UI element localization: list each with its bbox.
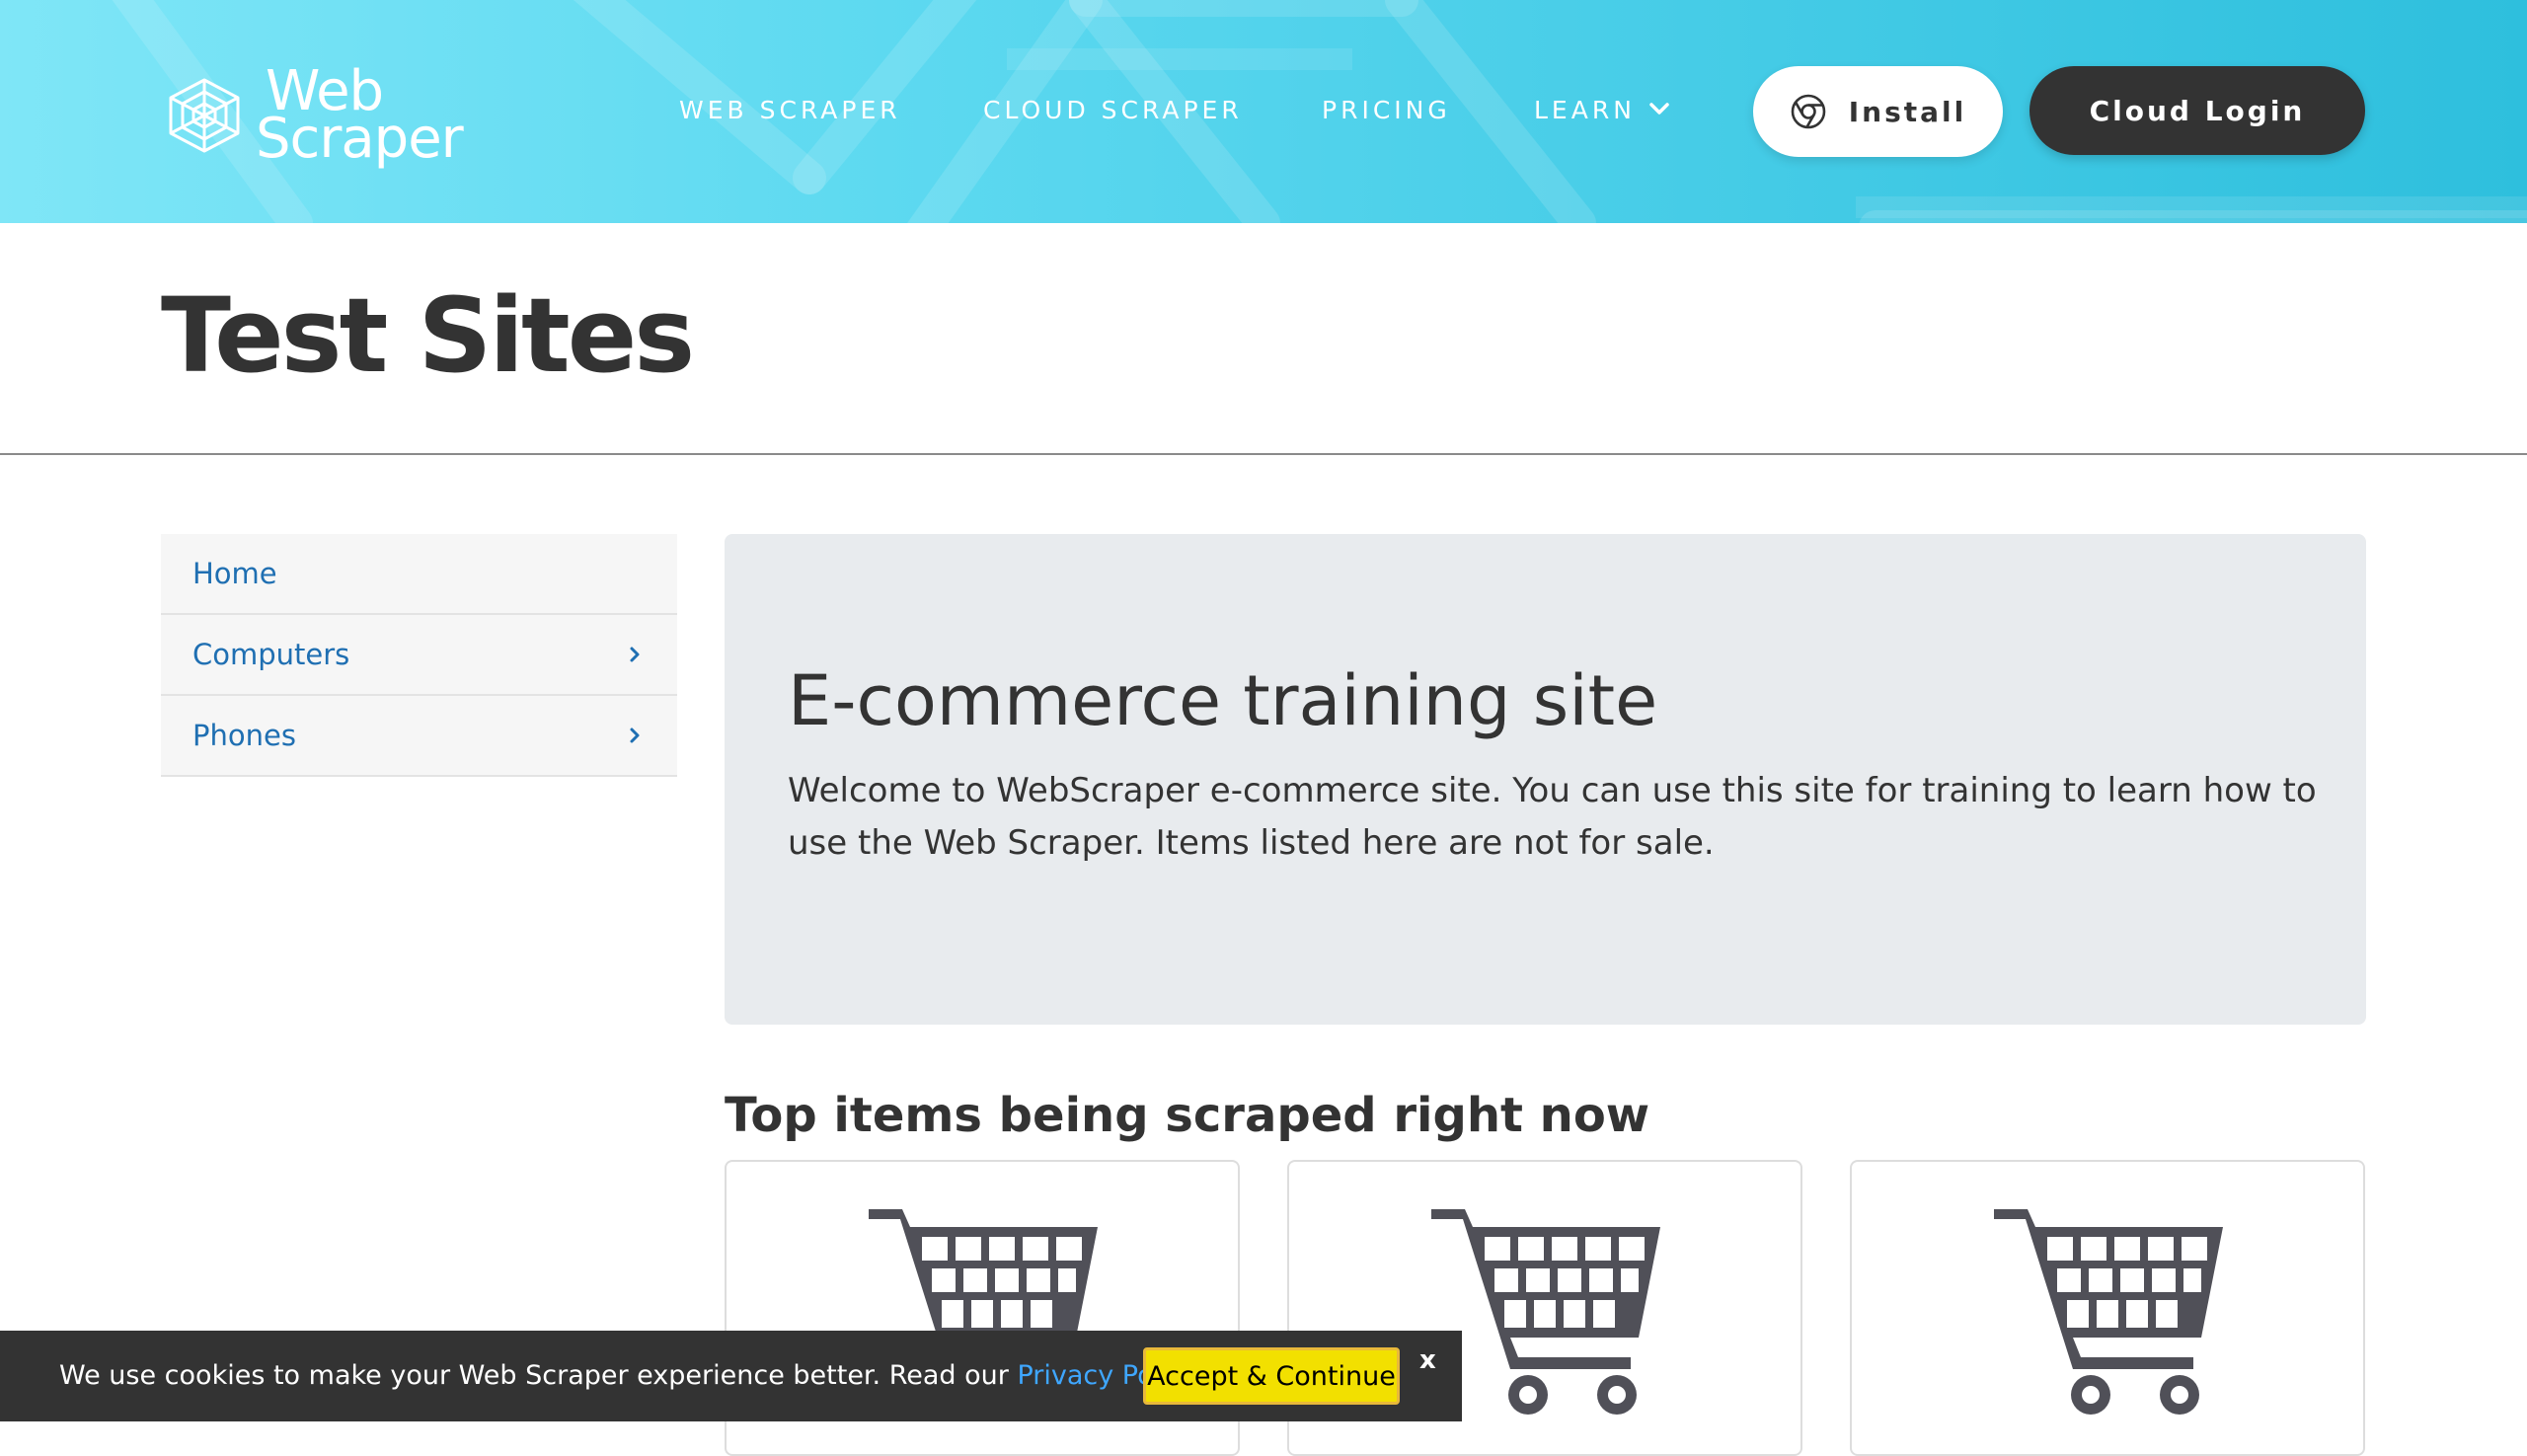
shopping-cart-icon: [1431, 1209, 1660, 1415]
product-card[interactable]: [1850, 1160, 2365, 1456]
cookie-message-text: We use cookies to make your Web Scraper …: [59, 1360, 1018, 1391]
page-title: Test Sites: [161, 275, 695, 396]
chevron-right-icon: [630, 647, 640, 662]
web-scraper-logo[interactable]: Web Scraper: [161, 61, 477, 170]
nav-pricing[interactable]: PRICING: [1322, 91, 1451, 130]
cloud-login-button[interactable]: Cloud Login: [2029, 66, 2365, 155]
sidebar-item-label: Computers: [192, 638, 350, 671]
install-button[interactable]: Install: [1753, 66, 2003, 157]
jumbotron-text: Welcome to WebScraper e-commerce site. Y…: [788, 771, 2317, 863]
logo-wordmark: Web Scraper: [256, 64, 464, 171]
cloud-login-label: Cloud Login: [2089, 94, 2306, 127]
chevron-down-icon: [1649, 103, 1669, 115]
nav-cloud-scraper[interactable]: CLOUD SCRAPER: [983, 91, 1243, 130]
top-items-heading: Top items being scraped right now: [725, 1088, 1650, 1143]
title-divider: [0, 453, 2527, 455]
chrome-icon: [1791, 94, 1826, 129]
logo-word-scraper: Scraper: [256, 107, 464, 171]
sidebar-item-label: Home: [192, 557, 277, 590]
sidebar-item-home[interactable]: Home: [161, 534, 677, 615]
nav-learn[interactable]: LEARN: [1534, 91, 1669, 130]
sidebar-item-label: Phones: [192, 719, 296, 752]
sidebar-item-phones[interactable]: Phones: [161, 696, 677, 777]
install-label: Install: [1848, 95, 1967, 128]
chevron-right-icon: [630, 728, 640, 743]
intro-jumbotron: E-commerce training site Welcome to WebS…: [725, 534, 2366, 1025]
cookie-close-button[interactable]: x: [1419, 1341, 1436, 1380]
jumbotron-heading: E-commerce training site: [788, 660, 1658, 741]
cookie-consent-bar: We use cookies to make your Web Scraper …: [0, 1331, 1462, 1421]
category-sidebar: Home Computers Phones: [161, 534, 677, 777]
shopping-cart-icon: [1994, 1209, 2223, 1415]
sidebar-item-computers[interactable]: Computers: [161, 615, 677, 696]
site-header: Web Scraper WEB SCRAPER CLOUD SCRAPER PR…: [0, 0, 2527, 223]
nav-learn-label: LEARN: [1534, 96, 1636, 124]
nav-web-scraper[interactable]: WEB SCRAPER: [679, 91, 901, 130]
spider-web-logo-icon: [169, 78, 240, 153]
accept-continue-button[interactable]: Accept & Continue: [1143, 1347, 1400, 1405]
cookie-message: We use cookies to make your Web Scraper …: [59, 1356, 1203, 1396]
